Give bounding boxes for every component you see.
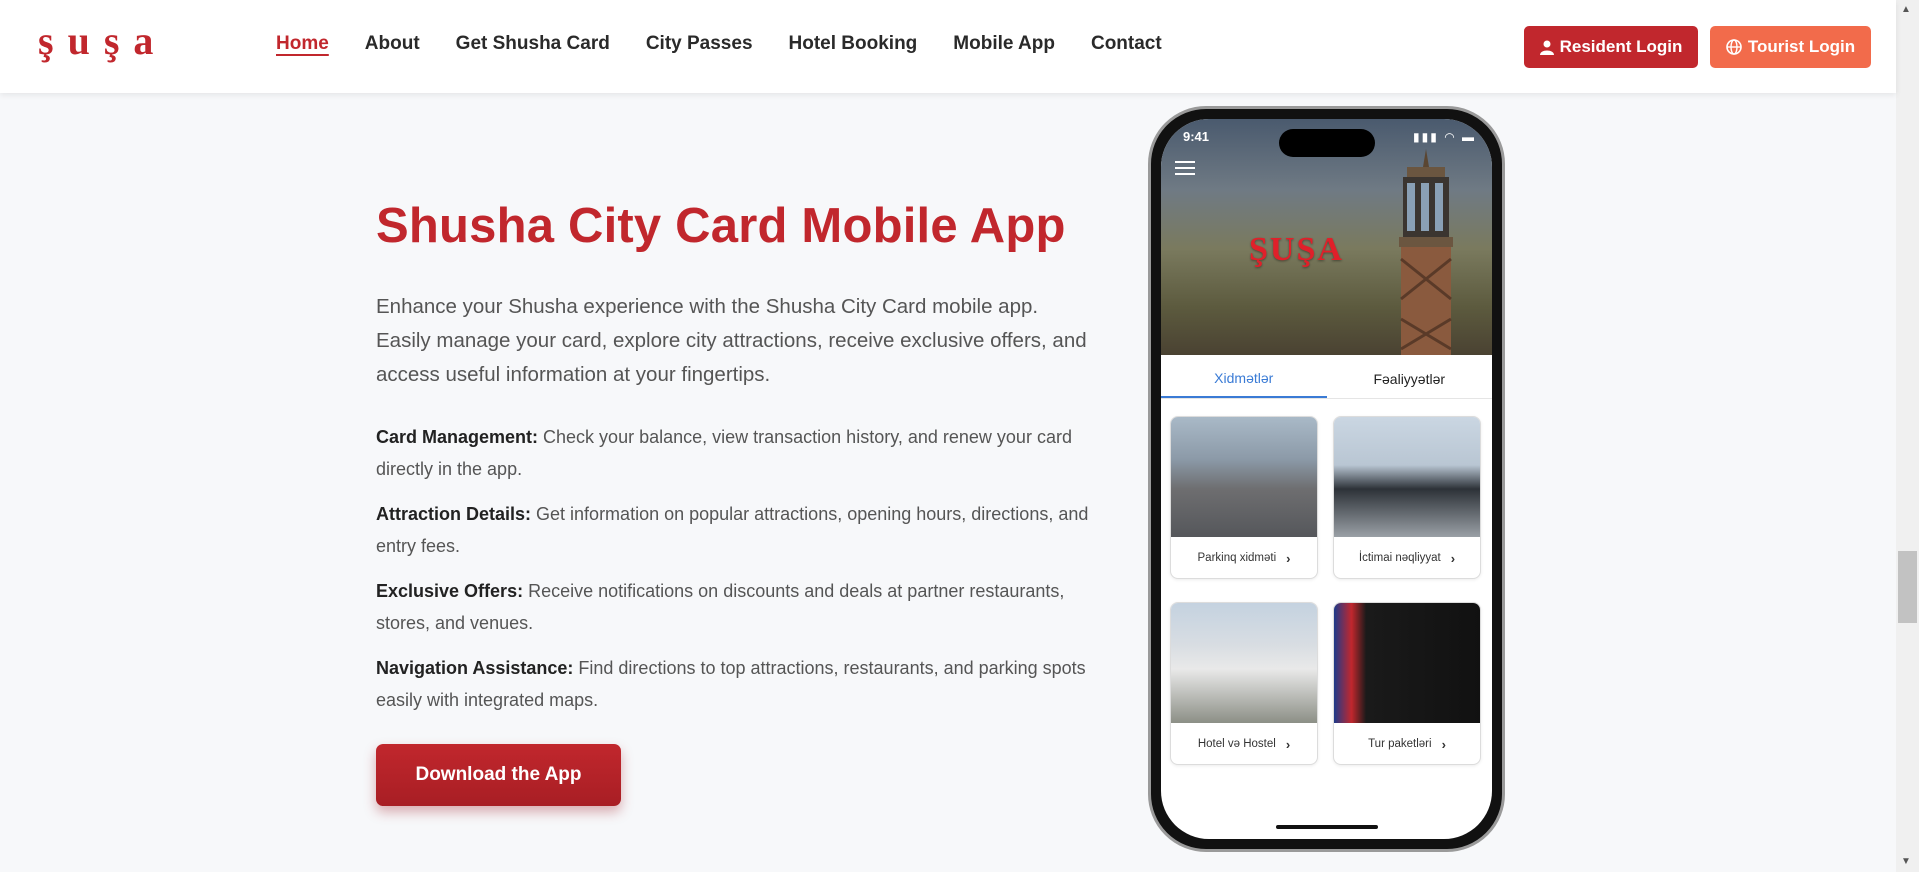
tower-illustration [1399, 149, 1453, 355]
nav-about[interactable]: About [365, 33, 420, 55]
card-label: İctimai nəqliyyat [1358, 552, 1441, 564]
scrollbar-track[interactable] [1896, 0, 1919, 872]
resident-login-button[interactable]: Resident Login [1524, 26, 1698, 68]
hero-image: 9:41 ▮▮▮ ◠ ▬ ŞUŞA [1161, 119, 1492, 355]
status-time: 9:41 [1183, 129, 1210, 144]
card-label: Hotel və Hostel [1197, 738, 1276, 750]
svg-text:şuşa: şuşa [38, 18, 167, 63]
feature-title: Exclusive Offers: [376, 581, 524, 601]
phone-mockup: 9:41 ▮▮▮ ◠ ▬ ŞUŞA Xidmətlər Fəaliyyətlər [1148, 106, 1505, 852]
feature-title: Navigation Assistance: [376, 658, 574, 678]
scroll-down-arrow-icon[interactable]: ▼ [1901, 856, 1911, 867]
nav-contact[interactable]: Contact [1091, 33, 1162, 55]
chevron-right-icon: › [1285, 736, 1291, 752]
service-card-tours[interactable]: Tur paketləri › [1333, 602, 1481, 765]
phone-screen: 9:41 ▮▮▮ ◠ ▬ ŞUŞA Xidmətlər Fəaliyyətlər [1161, 119, 1492, 839]
globe-icon [1726, 39, 1742, 55]
nav-city-passes[interactable]: City Passes [646, 33, 753, 55]
main-nav: Home About Get Shusha Card City Passes H… [276, 33, 1198, 55]
card-label: Parkinq xidməti [1197, 552, 1277, 564]
service-card-parking[interactable]: Parkinq xidməti › [1170, 416, 1318, 579]
nav-home[interactable]: Home [276, 33, 329, 55]
card-label: Tur paketləri [1368, 738, 1432, 750]
chevron-right-icon: › [1286, 550, 1291, 566]
feature-exclusive-offers: Exclusive Offers: Receive notifications … [376, 576, 1096, 639]
tour-image [1334, 603, 1480, 723]
nav-mobile-app[interactable]: Mobile App [953, 33, 1055, 55]
scroll-up-arrow-icon[interactable]: ▲ [1901, 4, 1911, 15]
feature-attraction-details: Attraction Details: Get information on p… [376, 499, 1096, 562]
nav-hotel-booking[interactable]: Hotel Booking [789, 33, 918, 55]
hero-logo-text: ŞUŞA [1249, 231, 1344, 268]
nav-get-shusha-card[interactable]: Get Shusha Card [456, 33, 610, 55]
chevron-right-icon: › [1450, 550, 1456, 566]
user-icon [1539, 40, 1554, 55]
signal-wifi-battery-icon: ▮▮▮ ◠ ▬ [1413, 130, 1476, 144]
feature-card-management: Card Management: Check your balance, vie… [376, 422, 1096, 485]
site-header: şuşa Home About Get Shusha Card City Pas… [0, 0, 1896, 93]
tab-services[interactable]: Xidmətlər [1161, 359, 1327, 398]
page-title: Shusha City Card Mobile App [376, 199, 1066, 253]
home-indicator [1276, 825, 1378, 829]
hotel-image [1171, 603, 1317, 723]
service-card-public-transport[interactable]: İctimai nəqliyyat › [1333, 416, 1481, 579]
susa-logo[interactable]: şuşa [38, 16, 214, 64]
tourist-login-button[interactable]: Tourist Login [1710, 26, 1871, 68]
feature-navigation-assistance: Navigation Assistance: Find directions t… [376, 653, 1096, 716]
menu-icon[interactable] [1175, 161, 1195, 175]
feature-title: Attraction Details: [376, 504, 532, 524]
tourist-login-label: Tourist Login [1747, 37, 1856, 56]
dynamic-island [1279, 129, 1375, 157]
tab-activities[interactable]: Fəaliyyətlər [1327, 359, 1493, 398]
resident-login-label: Resident Login [1559, 37, 1683, 56]
intro-text: Enhance your Shusha experience with the … [376, 295, 1087, 386]
feature-title: Card Management: [376, 427, 539, 447]
chevron-right-icon: › [1441, 736, 1446, 752]
app-tabs: Xidmətlər Fəaliyyətlər [1161, 359, 1492, 399]
scrollbar-thumb[interactable] [1898, 551, 1917, 623]
service-card-hotel[interactable]: Hotel və Hostel › [1170, 602, 1318, 765]
transport-image [1334, 417, 1480, 537]
parking-image [1171, 417, 1317, 537]
download-app-button[interactable]: Download the App [376, 744, 621, 806]
